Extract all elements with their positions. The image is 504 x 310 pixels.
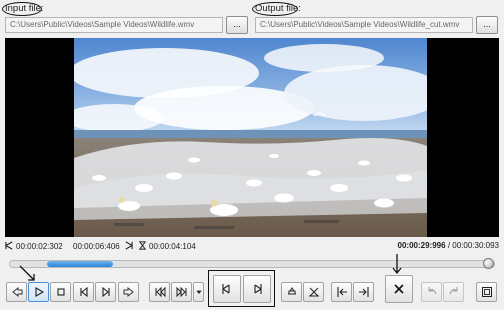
output-file-label: Output file: (255, 3, 301, 14)
arrow-left-icon (11, 286, 22, 298)
skip-back-icon (155, 286, 165, 298)
stop-button[interactable] (50, 282, 71, 302)
go-to-in-icon (336, 287, 347, 297)
speed-dropdown[interactable] (193, 282, 204, 302)
duration-value: 00:00:04:104 (149, 242, 196, 251)
duration-icon (138, 241, 147, 250)
previous-frame-button[interactable] (73, 282, 94, 302)
mark-out-icon (254, 284, 262, 294)
undo-icon (428, 287, 436, 295)
redo-button[interactable] (443, 282, 464, 302)
dropdown-arrow-icon (195, 290, 202, 294)
previous-button[interactable] (6, 282, 27, 302)
redo-icon (449, 287, 457, 295)
video-preview[interactable] (5, 38, 499, 237)
output-file-field[interactable]: C:\Users\Public\Videos\Sample Videos\Wil… (255, 17, 473, 33)
clear-marks-icon (308, 287, 319, 297)
seek-bar[interactable] (9, 258, 495, 269)
current-time: 00:00:29:996 (397, 241, 446, 250)
input-file-field[interactable]: C:\Users\Public\Videos\Sample Videos\Wil… (5, 17, 223, 33)
go-to-out-icon (358, 287, 369, 297)
start-time-value: 00:00:02:302 (16, 242, 63, 251)
cancel-pointer-arrow (392, 254, 402, 275)
mark-in-icon (222, 284, 230, 294)
next-frame-icon (101, 286, 110, 298)
selection-start-time: 00:00:02:302 (5, 241, 63, 251)
input-file-label: Input file: (5, 3, 44, 14)
skip-forward-button[interactable] (171, 282, 192, 302)
selection-duration: 00:00:04:104 (138, 241, 196, 251)
output-browse-button[interactable]: ... (476, 16, 498, 34)
time-separator: / (447, 241, 451, 250)
selection-range (47, 261, 114, 267)
mark-in-button[interactable] (213, 275, 241, 303)
go-to-in-button[interactable] (331, 282, 352, 302)
skip-forward-icon (176, 286, 186, 298)
clear-marks-button[interactable] (303, 282, 324, 302)
selection-end-time: 00:00:06:406 (73, 241, 133, 251)
save-cut-icon (287, 287, 296, 295)
play-pointer-arrow (19, 265, 35, 281)
mark-in-small-icon (5, 241, 13, 250)
save-cut-button[interactable] (281, 282, 302, 302)
next-button[interactable] (118, 282, 139, 302)
skip-back-button[interactable] (149, 282, 170, 302)
position-readout: 00:00:29:996 / 00:00:30:093 (398, 241, 499, 250)
end-time-value: 00:00:06:406 (73, 242, 120, 251)
mark-out-button[interactable] (243, 275, 271, 303)
total-time: 00:00:30:093 (452, 241, 499, 250)
go-to-out-button[interactable] (353, 282, 374, 302)
play-button[interactable] (28, 282, 49, 302)
arrow-right-icon (123, 286, 134, 298)
cancel-button[interactable] (385, 275, 413, 303)
close-icon (394, 284, 404, 294)
play-icon (34, 287, 44, 297)
undo-button[interactable] (421, 282, 442, 302)
next-frame-button[interactable] (95, 282, 116, 302)
seek-thumb[interactable] (483, 258, 494, 269)
stop-icon (56, 288, 65, 296)
input-browse-button[interactable]: ... (226, 16, 248, 34)
mark-out-small-icon (125, 241, 133, 250)
fullscreen-icon (481, 287, 492, 297)
fullscreen-button[interactable] (476, 282, 497, 302)
video-frame-gannets (74, 38, 427, 237)
previous-frame-icon (79, 286, 88, 298)
